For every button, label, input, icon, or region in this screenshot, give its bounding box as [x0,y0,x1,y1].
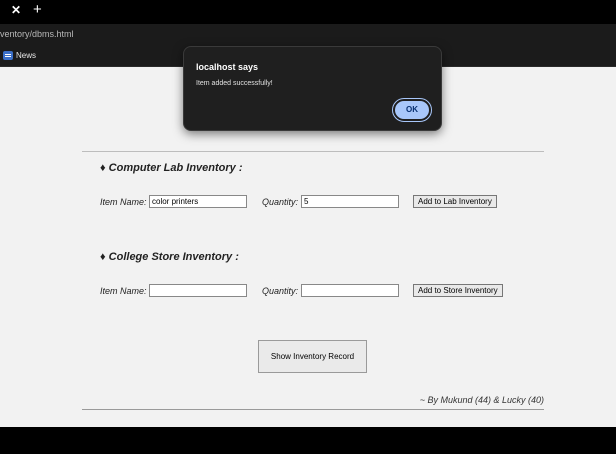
dialog-title: localhost says [196,62,259,72]
store-section-title: ♦ College Store Inventory : [100,251,239,263]
store-quantity-input[interactable] [301,284,399,297]
dialog-message: Item added successfully! [196,80,273,87]
address-bar[interactable]: ventory/dbms.html [0,24,616,45]
credits-text: ~ By Mukund (44) & Lucky (40) [419,395,544,405]
close-tab-icon[interactable]: ✕ [11,3,21,17]
url-text[interactable]: ventory/dbms.html [0,29,74,39]
lab-item-label: Item Name: [100,197,147,207]
store-quantity-label: Quantity: [262,286,299,296]
lab-section-title: ♦ Computer Lab Inventory : [100,162,243,174]
lab-quantity-label: Quantity: [262,197,299,207]
bottom-divider [82,409,544,410]
store-item-input[interactable] [149,284,247,297]
ok-button[interactable]: OK [392,98,432,122]
top-divider [82,151,544,152]
lab-item-input[interactable] [149,195,247,208]
bookmark-news[interactable]: News [16,51,36,60]
new-tab-button[interactable]: + [33,1,42,18]
show-inventory-button[interactable]: Show Inventory Record [258,340,367,373]
store-item-label: Item Name: [100,286,147,296]
add-to-lab-button[interactable]: Add to Lab Inventory [413,195,497,208]
news-icon[interactable] [3,51,13,60]
lab-quantity-input[interactable] [301,195,399,208]
tab-bar: ✕ + [0,0,616,24]
bottom-area [0,427,616,454]
add-to-store-button[interactable]: Add to Store Inventory [413,284,503,297]
alert-dialog: localhost says Item added successfully! … [183,46,442,131]
